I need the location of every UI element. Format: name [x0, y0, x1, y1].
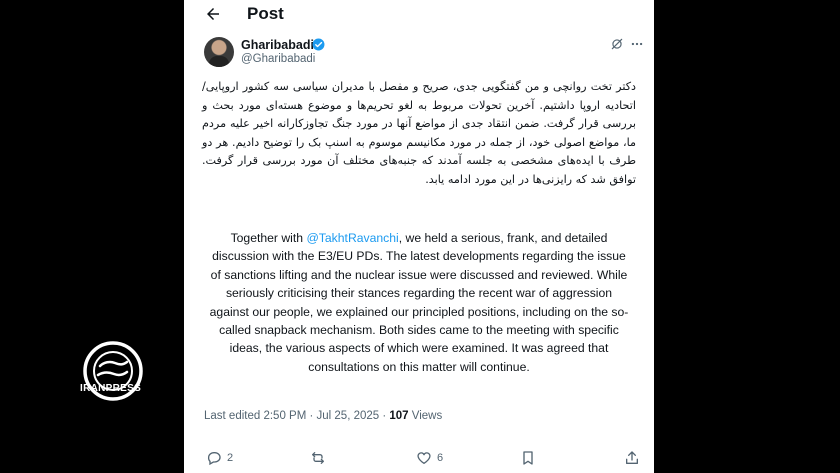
views-count: 107	[389, 410, 409, 422]
edited-timestamp[interactable]: Last edited 2:50 PM · Jul 25, 2025 ·	[204, 410, 389, 422]
reply-button[interactable]: 2	[206, 446, 233, 470]
top-bar: Post	[184, 0, 654, 30]
like-count: 6	[437, 452, 444, 464]
tweet-text-prefix: Together with	[230, 231, 307, 245]
bookmark-button[interactable]	[520, 446, 536, 470]
page-title: Post	[247, 4, 284, 23]
post-meta: Last edited 2:50 PM · Jul 25, 2025 · 107…	[204, 410, 442, 422]
reply-icon	[207, 452, 221, 466]
reply-count: 2	[227, 452, 234, 464]
mention-link[interactable]: @TakhtRavanchi	[306, 231, 398, 245]
grok-icon[interactable]	[610, 37, 624, 51]
like-icon	[417, 452, 431, 464]
bookmark-icon	[523, 451, 533, 465]
tweet-text-persian: دکتر تخت روانچی و من گفتگویی جدی، صریح و…	[202, 80, 636, 186]
action-bar: 2 6	[184, 446, 654, 470]
watermark-text: IRANPRESS	[80, 383, 142, 394]
iranpress-logo-icon	[83, 341, 143, 401]
views-label: Views	[408, 410, 443, 422]
verified-icon	[312, 38, 325, 51]
tweet-text-english: Together with @TakhtRavanchi, we held a …	[206, 229, 632, 376]
share-icon	[626, 451, 638, 464]
post-screen: Post Gharibabadi @Gharibabadi دکتر تخت ر…	[184, 0, 654, 473]
avatar[interactable]	[204, 37, 234, 67]
back-arrow-icon[interactable]	[204, 5, 222, 23]
tweet-text-body: , we held a serious, frank, and detailed…	[209, 231, 629, 374]
like-button[interactable]: 6	[416, 446, 443, 470]
author-handle[interactable]: @Gharibabadi	[241, 53, 315, 65]
repost-icon	[312, 452, 324, 464]
more-icon[interactable]	[630, 37, 644, 51]
share-button[interactable]	[624, 446, 640, 470]
repost-button[interactable]	[310, 446, 331, 470]
author-name[interactable]: Gharibabadi	[241, 38, 314, 52]
